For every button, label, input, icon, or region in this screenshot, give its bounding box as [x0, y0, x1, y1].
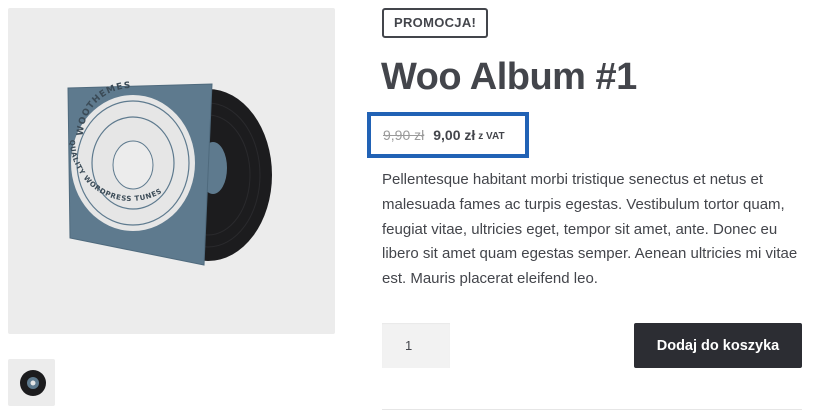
sale-badge: PROMOCJA!	[382, 8, 489, 38]
product-description: Pellentesque habitant morbi tristique se…	[382, 171, 798, 288]
price-highlight: 9,90 zł 9,00 zł z VAT	[367, 112, 529, 158]
product-title: Woo Album #1	[381, 56, 637, 98]
price-suffix: z VAT	[478, 130, 505, 142]
quantity-input[interactable]	[382, 323, 450, 368]
sale-price: 9,00 zł	[433, 127, 476, 143]
album-cover-icon: WOOTHEMES QUALITY WORDPRESS TUNES	[67, 81, 272, 266]
divider	[382, 409, 802, 410]
regular-price: 9,90 zł	[383, 127, 425, 143]
product-main-image[interactable]: WOOTHEMES QUALITY WORDPRESS TUNES	[8, 8, 335, 334]
album-sleeve-icon: WOOTHEMES QUALITY WORDPRESS TUNES	[67, 81, 213, 266]
add-to-cart-button[interactable]: Dodaj do koszyka	[634, 323, 802, 368]
gallery-thumbnail[interactable]	[8, 359, 55, 406]
album-thumbnail-icon	[20, 370, 46, 396]
